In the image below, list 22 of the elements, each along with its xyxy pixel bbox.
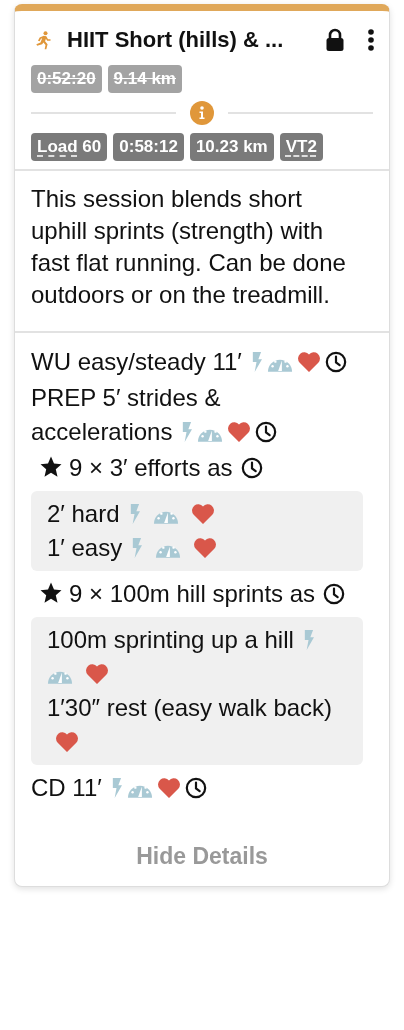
stat-badge: Load 60 [31, 133, 108, 161]
stat-badge: VT2 [279, 133, 323, 161]
interval-step: 1′30″ rest (easy walk back) [47, 694, 333, 721]
stat-badge: 0:58:12 [113, 133, 184, 161]
hide-details-link[interactable]: Hide Details [136, 843, 268, 869]
workout-step: PREP 5′ strides & accelerations [31, 384, 221, 445]
repeat-heading: 9 × 3′ efforts as [69, 454, 233, 481]
planned-stat: 0:52:20 [31, 65, 102, 93]
workout-step: WU easy/steady 11′ [31, 348, 242, 375]
planned-stat: 9.14 km [107, 65, 182, 93]
interval-step: 2′ hard [47, 500, 120, 527]
repeat-heading: 9 × 100m hill sprints as [69, 580, 316, 607]
workout-step: CD 11′ [31, 774, 102, 801]
stat-badge: 10.23 km [189, 133, 274, 161]
interval-step: 1′ easy [47, 534, 123, 561]
workout-title: HIIT Short (hills) & ... [67, 27, 285, 53]
star-icon [39, 581, 63, 605]
star-icon [39, 455, 63, 479]
more-options-icon[interactable] [367, 28, 375, 52]
description-text: This session blends short uphill sprints (strength) with fast flat running. Can be done outdoors or on the treadmill. [30, 184, 347, 310]
interval-step: 100m sprinting up a hill [47, 626, 294, 653]
runner-icon [33, 30, 53, 50]
